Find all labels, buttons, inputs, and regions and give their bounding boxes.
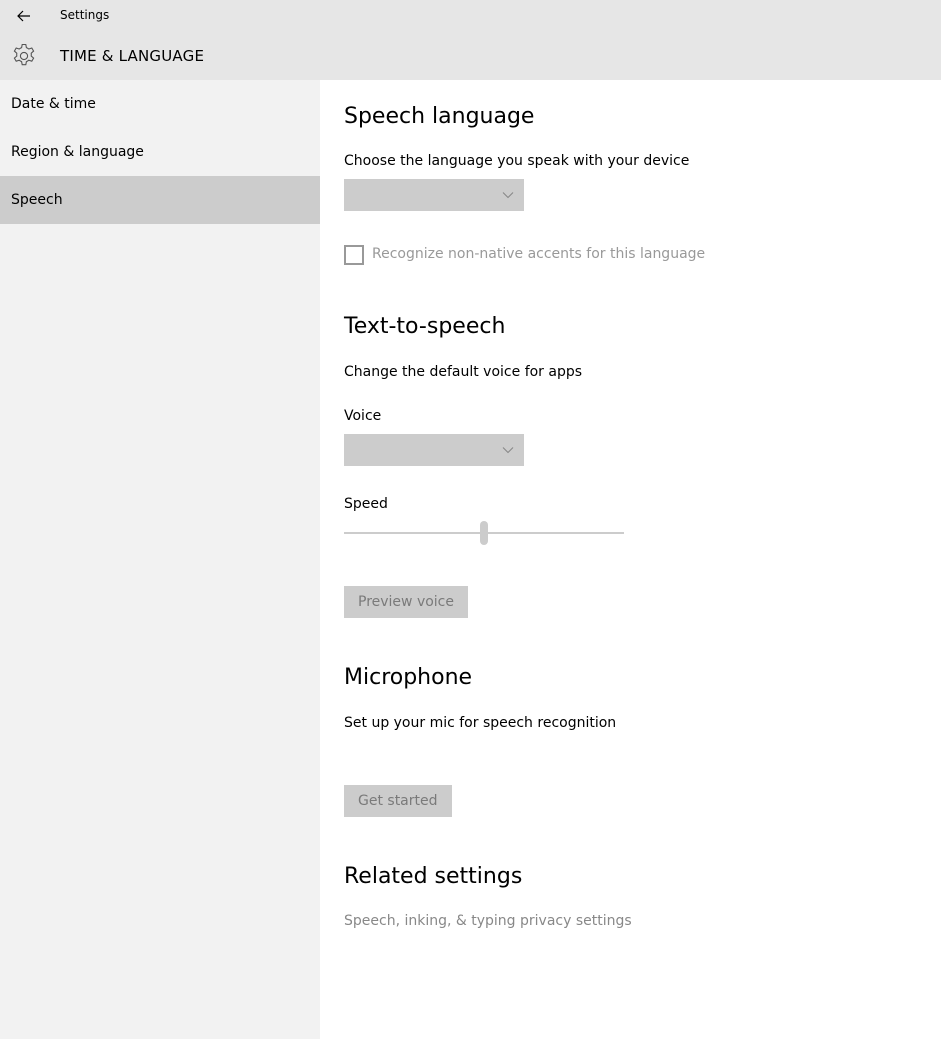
chevron-down-icon bbox=[502, 192, 514, 199]
speed-slider[interactable] bbox=[344, 520, 624, 545]
accents-checkbox-label: Recognize non-native accents for this la… bbox=[372, 246, 706, 262]
microphone-heading: Microphone bbox=[344, 665, 473, 690]
speech-language-dropdown[interactable] bbox=[344, 179, 524, 211]
sidebar-item-label: Date & time bbox=[11, 96, 96, 112]
chevron-down-icon bbox=[502, 447, 514, 454]
gear-icon bbox=[13, 43, 35, 66]
page-title: TIME & LANGUAGE bbox=[60, 47, 205, 65]
sidebar-item-label: Speech bbox=[11, 192, 63, 208]
accents-checkbox[interactable] bbox=[344, 245, 364, 265]
sidebar-item-date-time[interactable]: Date & time bbox=[0, 80, 320, 128]
get-started-button[interactable]: Get started bbox=[344, 785, 452, 817]
sidebar-item-speech[interactable]: Speech bbox=[0, 176, 320, 224]
microphone-description: Set up your mic for speech recognition bbox=[344, 715, 617, 731]
sidebar: Date & time Region & language Speech bbox=[0, 80, 320, 1039]
text-to-speech-description: Change the default voice for apps bbox=[344, 364, 583, 380]
voice-label: Voice bbox=[344, 408, 382, 424]
related-settings-heading: Related settings bbox=[344, 864, 523, 889]
speech-language-heading: Speech language bbox=[344, 104, 535, 129]
title-bar: Settings bbox=[0, 0, 941, 32]
back-arrow-icon bbox=[17, 10, 30, 22]
preview-voice-button[interactable]: Preview voice bbox=[344, 586, 468, 618]
sidebar-item-region-language[interactable]: Region & language bbox=[0, 128, 320, 176]
voice-dropdown[interactable] bbox=[344, 434, 524, 466]
privacy-settings-link[interactable]: Speech, inking, & typing privacy setting… bbox=[344, 913, 632, 929]
app-title: Settings bbox=[60, 8, 110, 22]
speed-slider-thumb[interactable] bbox=[480, 521, 488, 545]
speech-language-description: Choose the language you speak with your … bbox=[344, 153, 690, 169]
text-to-speech-heading: Text-to-speech bbox=[344, 314, 506, 339]
sidebar-item-label: Region & language bbox=[11, 144, 144, 160]
speed-label: Speed bbox=[344, 496, 388, 512]
content-pane: Speech language Choose the language you … bbox=[320, 80, 941, 1039]
back-button[interactable] bbox=[12, 5, 36, 27]
page-header: TIME & LANGUAGE bbox=[0, 32, 941, 80]
